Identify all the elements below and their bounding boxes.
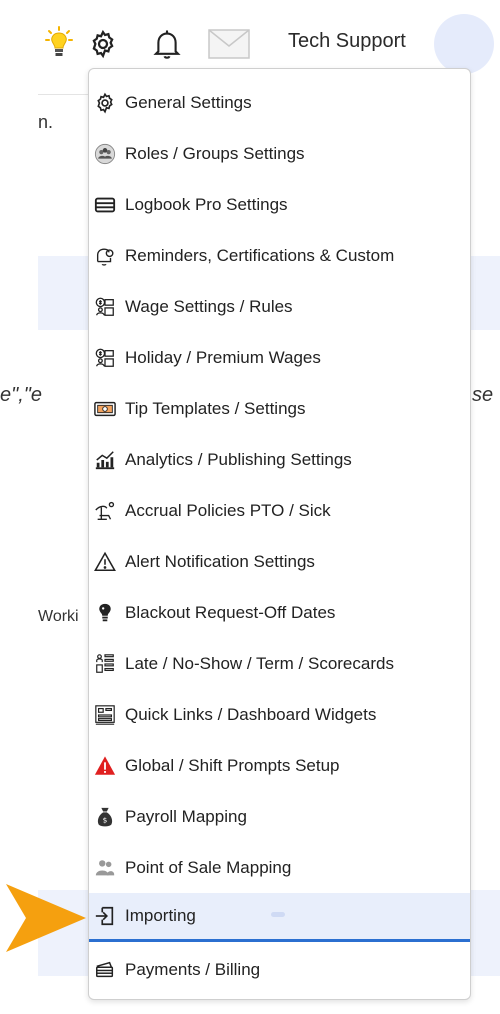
menu-item-label: Reminders, Certifications & Custom [125, 246, 395, 265]
logbook-icon [93, 193, 117, 217]
menu-item-label: Global / Shift Prompts Setup [125, 756, 340, 775]
divider [38, 94, 88, 95]
gear-icon [93, 91, 117, 115]
menu-item-alert-notifications[interactable]: Alert Notification Settings [89, 542, 470, 582]
indicator-pill [271, 912, 285, 917]
warning-red-icon [93, 754, 117, 778]
menu-item-reminders[interactable]: Reminders, Certifications & Custom [89, 236, 470, 276]
menu-item-label: Holiday / Premium Wages [125, 348, 321, 367]
menu-item-label: Importing [125, 906, 196, 925]
menu-item-label: General Settings [125, 93, 252, 112]
dashboard-icon [93, 703, 117, 727]
menu-item-blackout-dates[interactable]: Blackout Request-Off Dates [89, 593, 470, 633]
menu-item-label: Alert Notification Settings [125, 552, 315, 571]
analytics-icon [93, 448, 117, 472]
menu-item-pos-mapping[interactable]: Point of Sale Mapping [89, 848, 470, 888]
menu-item-holiday-wages[interactable]: Holiday / Premium Wages [89, 338, 470, 378]
menu-item-accrual-policies[interactable]: Accrual Policies PTO / Sick [89, 491, 470, 531]
import-icon [93, 904, 117, 928]
menu-item-scorecards[interactable]: Late / No-Show / Term / Scorecards [89, 644, 470, 684]
menu-item-label: Payments / Billing [125, 960, 261, 979]
menu-item-payroll-mapping[interactable]: $ Payroll Mapping [89, 797, 470, 837]
scorecard-icon [93, 652, 117, 676]
menu-item-label: Late / No-Show / Term / Scorecards [125, 654, 394, 673]
menu-item-label: Analytics / Publishing Settings [125, 450, 352, 469]
active-indicator [89, 939, 470, 942]
lightbulb-icon[interactable] [44, 24, 74, 64]
background-text: n. [38, 112, 54, 132]
payments-icon [93, 958, 117, 982]
menu-item-payments-billing[interactable]: Payments / Billing [89, 950, 470, 990]
pos-users-icon [93, 856, 117, 880]
menu-item-general-settings[interactable]: General Settings [89, 83, 470, 123]
menu-item-label: Wage Settings / Rules [125, 297, 293, 316]
alert-triangle-icon [93, 550, 117, 574]
menu-item-global-shift-prompts[interactable]: Global / Shift Prompts Setup [89, 746, 470, 786]
reminder-bell-icon [93, 244, 117, 268]
svg-text:$: $ [103, 816, 108, 825]
menu-item-logbook-pro[interactable]: Logbook Pro Settings [89, 185, 470, 225]
accrual-icon [93, 499, 117, 523]
background-text-right: se [472, 384, 494, 406]
menu-item-tip-templates[interactable]: Tip Templates / Settings [89, 389, 470, 429]
menu-item-quick-links[interactable]: Quick Links / Dashboard Widgets [89, 695, 470, 735]
menu-item-label: Point of Sale Mapping [125, 858, 292, 877]
menu-item-label: Logbook Pro Settings [125, 195, 288, 214]
payroll-bag-icon: $ [93, 805, 117, 829]
blackout-icon [93, 601, 117, 625]
menu-item-label: Quick Links / Dashboard Widgets [125, 705, 377, 724]
menu-item-label: Blackout Request-Off Dates [125, 603, 336, 622]
menu-item-label: Accrual Policies PTO / Sick [125, 501, 331, 520]
tip-icon [93, 397, 117, 421]
gear-icon[interactable] [86, 24, 120, 64]
background-working-label: Worki [38, 608, 79, 625]
roles-icon [93, 142, 117, 166]
menu-item-label: Tip Templates / Settings [125, 399, 306, 418]
user-name[interactable]: Tech Support [288, 30, 406, 53]
background-quote: e","e [0, 384, 43, 406]
bell-icon[interactable] [150, 24, 184, 64]
menu-item-label: Roles / Groups Settings [125, 144, 305, 163]
menu-item-roles-groups[interactable]: Roles / Groups Settings [89, 134, 470, 174]
menu-item-wage-settings[interactable]: Wage Settings / Rules [89, 287, 470, 327]
holiday-wage-icon [93, 346, 117, 370]
mail-icon[interactable] [206, 24, 252, 64]
menu-item-label: Payroll Mapping [125, 807, 247, 826]
wage-icon [93, 295, 117, 319]
menu-item-analytics[interactable]: Analytics / Publishing Settings [89, 440, 470, 480]
settings-dropdown-menu: General Settings Roles / Groups Settings… [88, 68, 471, 1000]
avatar[interactable] [434, 14, 494, 74]
pointer-arrow-icon [4, 882, 86, 954]
